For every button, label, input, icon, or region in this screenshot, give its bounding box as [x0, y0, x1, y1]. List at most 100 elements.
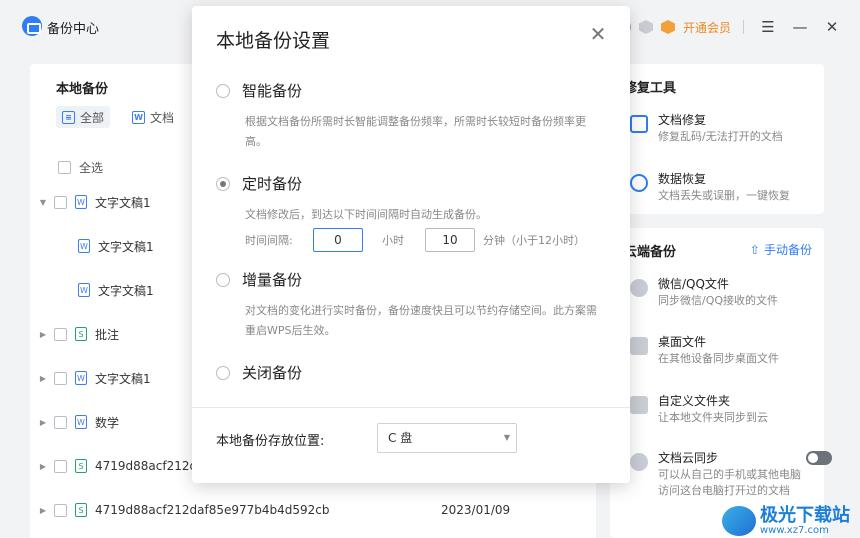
interval-row: 时间间隔: 0 小时 10 分钟（小于12小时）	[245, 228, 585, 252]
scheduled-backup-label: 定时备份	[242, 175, 303, 193]
word-doc-icon: W	[132, 110, 145, 124]
list-item[interactable]: ▶ S 4719d88acf212daf85e977b4b4d592cb 202…	[38, 500, 578, 520]
chevron-down-icon: ▼	[503, 433, 510, 442]
scheduled-backup-desc: 文档修改后，到达以下时间间隔时自动生成备份。	[245, 208, 487, 221]
windows-icon	[630, 337, 648, 355]
manual-backup-button[interactable]: ⇧ 手动备份	[750, 241, 812, 258]
folder-icon	[630, 396, 648, 414]
file-name: 数学	[95, 415, 120, 430]
smart-backup-radio[interactable]	[216, 83, 230, 98]
chat-icon	[630, 279, 648, 297]
file-name: 4719d88acf212daf85e977b4b4d592cb	[95, 503, 330, 517]
doc-repair-subtitle: 修复乱码/无法打开的文档	[658, 130, 783, 143]
row-checkbox[interactable]	[54, 459, 67, 473]
close-window-icon[interactable]: ✕	[820, 16, 844, 38]
row-checkbox[interactable]	[54, 503, 67, 517]
file-name: 文字文稿1	[95, 371, 151, 386]
watermark-url: www.xz7.com	[760, 524, 829, 536]
row-checkbox[interactable]	[54, 415, 67, 429]
vip-icon	[660, 20, 675, 34]
select-all[interactable]: 全选	[58, 159, 103, 176]
local-backup-title: 本地备份	[56, 82, 109, 97]
list-icon: ≡	[62, 110, 75, 124]
tab-all[interactable]: ≡ 全部	[56, 106, 111, 128]
location-select[interactable]: C 盘 ▼	[377, 423, 517, 453]
custom-folder-title: 自定义文件夹	[658, 394, 731, 408]
row-checkbox[interactable]	[54, 327, 67, 341]
incremental-backup-desc: 对文档的变化进行实时备份，备份速度快且可以节约存储空间。此方案需重启WPS后生效…	[245, 304, 597, 337]
data-recovery-subtitle: 文档丢失或误删，一键恢复	[658, 189, 790, 202]
expand-caret-icon[interactable]: ▶	[38, 462, 48, 471]
repair-tools-title: 修复工具	[624, 81, 677, 96]
minimize-icon[interactable]: —	[788, 16, 812, 38]
list-item[interactable]: ▶ W 数学	[38, 412, 119, 432]
dialog-divider	[192, 407, 630, 408]
tab-all-label: 全部	[80, 110, 105, 125]
file-date: 2023/01/09	[441, 503, 511, 517]
list-item[interactable]: W 文字文稿1	[70, 280, 154, 300]
doc-repair-icon	[630, 115, 648, 133]
watermark: 极光下载站 www.xz7.com	[722, 506, 850, 536]
doc-cloud-sync-subtitle-2: 访问这台电脑打开过的文档	[658, 484, 790, 497]
file-name: 文字文稿1	[98, 239, 154, 254]
disable-backup-radio[interactable]	[216, 365, 230, 380]
doc-repair-title: 文档修复	[658, 113, 707, 127]
location-label: 本地备份存放位置:	[216, 434, 325, 449]
word-file-icon: W	[78, 239, 90, 253]
file-name: 文字文稿1	[98, 283, 154, 298]
tab-docs[interactable]: W 文档	[126, 106, 180, 128]
manual-backup-label: 手动备份	[763, 243, 812, 257]
doc-cloud-sync-toggle[interactable]	[806, 451, 832, 465]
cloud-backup-card: 云端备份 ⇧ 手动备份 微信/QQ文件 同步微信/QQ接收的文件 桌面文件 在其…	[610, 228, 832, 538]
select-all-checkbox[interactable]	[58, 161, 71, 174]
row-checkbox[interactable]	[54, 195, 67, 209]
list-item[interactable]: W 文字文稿1	[70, 236, 154, 256]
badge-icon	[638, 20, 653, 34]
list-item[interactable]: ▶ W 文字文稿1	[38, 368, 151, 388]
row-checkbox[interactable]	[54, 371, 67, 385]
option-scheduled-backup[interactable]: 定时备份	[216, 173, 302, 194]
list-item[interactable]: ▶ S 批注	[38, 324, 119, 344]
upload-icon: ⇧	[749, 242, 760, 257]
interval-label: 时间间隔:	[245, 234, 293, 247]
expand-caret-icon[interactable]: ▶	[38, 330, 48, 339]
minutes-unit: 分钟（小于12小时）	[483, 234, 585, 247]
smart-backup-desc: 根据文档备份所需时长智能调整备份频率，所需时长较短时备份频率更高。	[245, 115, 586, 148]
option-smart-backup[interactable]: 智能备份	[216, 80, 302, 101]
sheet-file-icon: S	[75, 503, 87, 517]
minutes-input[interactable]: 10	[425, 228, 475, 252]
hours-unit: 小时	[382, 234, 404, 247]
disable-backup-label: 关闭备份	[242, 364, 303, 382]
dialog-title: 本地备份设置	[216, 30, 331, 52]
desktop-files-subtitle: 在其他设备同步桌面文件	[658, 352, 779, 365]
expand-caret-icon[interactable]: ▶	[38, 374, 48, 383]
option-incremental-backup[interactable]: 增量备份	[216, 269, 302, 290]
app-logo-icon	[22, 16, 42, 36]
collapse-caret-icon[interactable]: ▼	[38, 198, 48, 207]
expand-caret-icon[interactable]: ▶	[38, 506, 48, 515]
vip-link[interactable]: 开通会员	[683, 19, 731, 36]
backup-settings-dialog: 本地备份设置 ✕ 智能备份 根据文档备份所需时长智能调整备份频率，所需时长较短时…	[192, 6, 630, 483]
data-recovery-icon	[630, 174, 648, 192]
hours-input[interactable]: 0	[313, 228, 363, 252]
file-name: 4719d88acf212d	[95, 459, 198, 473]
file-name: 文字文稿1	[95, 195, 151, 210]
menu-icon[interactable]: ☰	[756, 16, 780, 38]
incremental-backup-radio[interactable]	[216, 272, 230, 287]
sheet-file-icon: S	[75, 327, 87, 341]
list-item[interactable]: ▼ W 文字文稿1	[38, 192, 151, 212]
wechat-qq-title: 微信/QQ文件	[658, 277, 729, 291]
word-file-icon: W	[75, 371, 87, 385]
list-item[interactable]: ▶ S 4719d88acf212d	[38, 456, 197, 476]
scheduled-backup-radio[interactable]	[216, 176, 230, 191]
sheet-file-icon: S	[75, 459, 87, 473]
tab-docs-label: 文档	[150, 110, 175, 125]
select-all-label: 全选	[79, 161, 104, 175]
expand-caret-icon[interactable]: ▶	[38, 418, 48, 427]
titlebar-controls: 开通会员 ☰ — ✕	[612, 16, 844, 38]
option-disable-backup[interactable]: 关闭备份	[216, 362, 302, 383]
cloud-backup-title: 云端备份	[624, 245, 677, 260]
close-icon[interactable]: ✕	[588, 24, 608, 44]
incremental-backup-label: 增量备份	[242, 271, 303, 289]
repair-tools-card: 修复工具 文档修复 修复乱码/无法打开的文档 数据恢复 文档丢失或误删，一键恢复	[610, 64, 824, 214]
